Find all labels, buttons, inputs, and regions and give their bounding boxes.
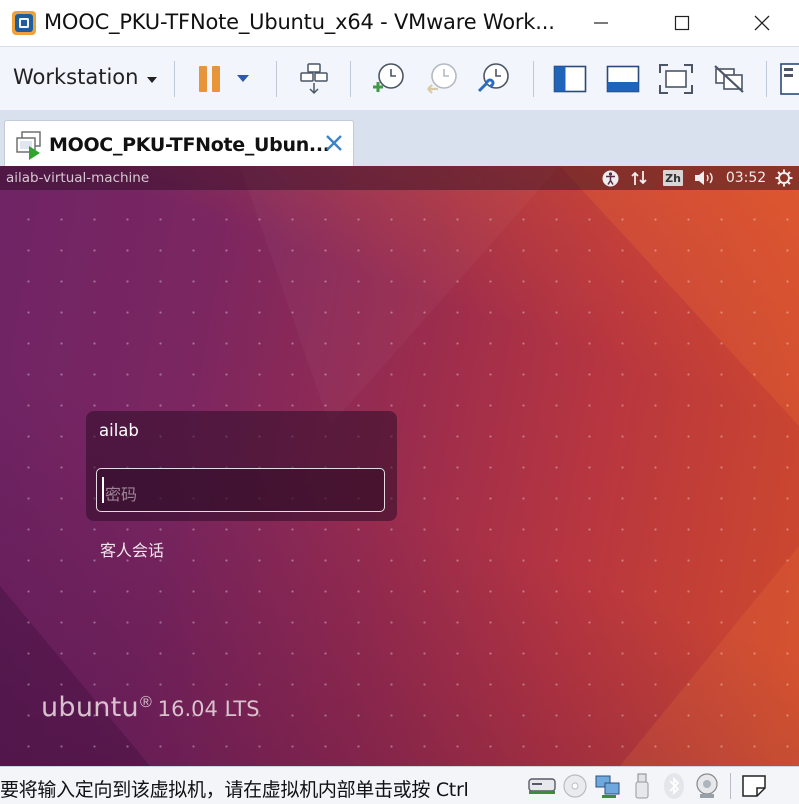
ubuntu-wordmark: ubuntu [41, 692, 139, 723]
input-method-indicator[interactable]: Zh [661, 168, 685, 188]
maximize-icon [674, 15, 689, 31]
minimize-button[interactable] [573, 0, 628, 46]
password-field[interactable]: 密码 [96, 468, 385, 512]
toolbar-divider [174, 61, 175, 97]
snapshot-manager-icon [477, 63, 509, 93]
ubuntu-branding: ubuntu® 16.04 LTS [41, 692, 260, 723]
toolbar: Workstation [0, 46, 799, 110]
workstation-menu[interactable]: Workstation [13, 65, 138, 89]
tab-vm[interactable]: MOOC_PKU-TFNote_Ubun... [4, 120, 354, 166]
login-username[interactable]: ailab [99, 421, 139, 440]
window-title: MOOC_PKU-TFNote_Ubuntu_x64 - VMware Work… [44, 10, 555, 34]
console-view-icon [606, 65, 640, 93]
take-snapshot-button[interactable] [369, 59, 409, 99]
cd-dvd-icon[interactable] [560, 772, 590, 800]
show-library-icon [553, 65, 587, 93]
thumbnail-bar-icon [780, 63, 799, 95]
status-hint: 要将输入定向到该虚拟机，请在虚拟机内部单击或按 Ctrl [0, 779, 469, 801]
bluetooth-icon[interactable] [659, 772, 689, 800]
console-view-button[interactable] [603, 59, 643, 99]
accessibility-icon[interactable] [600, 168, 620, 188]
power-dropdown-icon [237, 75, 249, 82]
thumbnail-bar-button[interactable] [778, 59, 799, 99]
revert-snapshot-button[interactable] [422, 59, 462, 99]
close-icon[interactable] [323, 132, 345, 154]
message-log-icon[interactable] [739, 772, 769, 800]
status-bar: 要将输入定向到该虚拟机，请在虚拟机内部单击或按 Ctrl [0, 766, 799, 804]
title-bar: MOOC_PKU-TFNote_Ubuntu_x64 - VMware Work… [0, 0, 799, 46]
status-divider [730, 773, 731, 799]
tab-strip: MOOC_PKU-TFNote_Ubun... [0, 110, 799, 166]
unity-icon [714, 65, 744, 93]
text-cursor [102, 477, 104, 503]
ubuntu-version: 16.04 LTS [157, 697, 260, 721]
sound-card-icon[interactable] [692, 772, 722, 800]
chevron-down-icon [147, 77, 157, 83]
close-button[interactable] [734, 0, 789, 46]
pause-icon [199, 66, 220, 92]
power-gear-icon[interactable] [773, 168, 795, 188]
revert-snapshot-icon [427, 63, 457, 94]
send-ctrl-alt-del-button[interactable] [295, 59, 335, 99]
full-screen-button[interactable] [656, 59, 696, 99]
snapshot-manager-button[interactable] [474, 59, 514, 99]
usb-icon[interactable] [627, 772, 657, 800]
pause-button[interactable] [190, 59, 230, 99]
tab-label: MOOC_PKU-TFNote_Ubun... [49, 134, 330, 156]
take-snapshot-icon [373, 63, 404, 92]
toolbar-divider [350, 61, 351, 97]
show-library-button[interactable] [550, 59, 590, 99]
hard-disk-icon[interactable] [527, 772, 557, 800]
virtual-machine-icon [16, 131, 41, 160]
toolbar-divider [276, 61, 277, 97]
close-icon [754, 15, 769, 31]
maximize-button[interactable] [654, 0, 709, 46]
network-updown-icon[interactable] [628, 168, 650, 188]
unity-top-panel: ailab-virtual-machine Zh 03:52 [0, 166, 799, 190]
clock-label[interactable]: 03:52 [724, 168, 768, 188]
hostname-label: ailab-virtual-machine [6, 170, 150, 186]
unity-button[interactable] [709, 59, 749, 99]
registered-mark: ® [139, 694, 152, 711]
network-adapter-icon[interactable] [593, 772, 623, 800]
power-dropdown-button[interactable] [228, 59, 258, 99]
vm-display[interactable]: ailab-virtual-machine Zh 03:52 ailab 密码 … [0, 166, 799, 766]
minimize-icon [593, 22, 608, 24]
vmware-workstation-icon [12, 11, 36, 35]
toolbar-divider [533, 61, 534, 97]
full-screen-icon [659, 64, 693, 94]
guest-session-link[interactable]: 客人会话 [100, 537, 164, 561]
toolbar-divider [766, 61, 767, 97]
login-box: ailab 密码 [86, 411, 397, 521]
password-placeholder: 密码 [105, 485, 138, 504]
send-ctrl-alt-del-icon [300, 63, 328, 95]
volume-icon[interactable] [693, 168, 717, 188]
